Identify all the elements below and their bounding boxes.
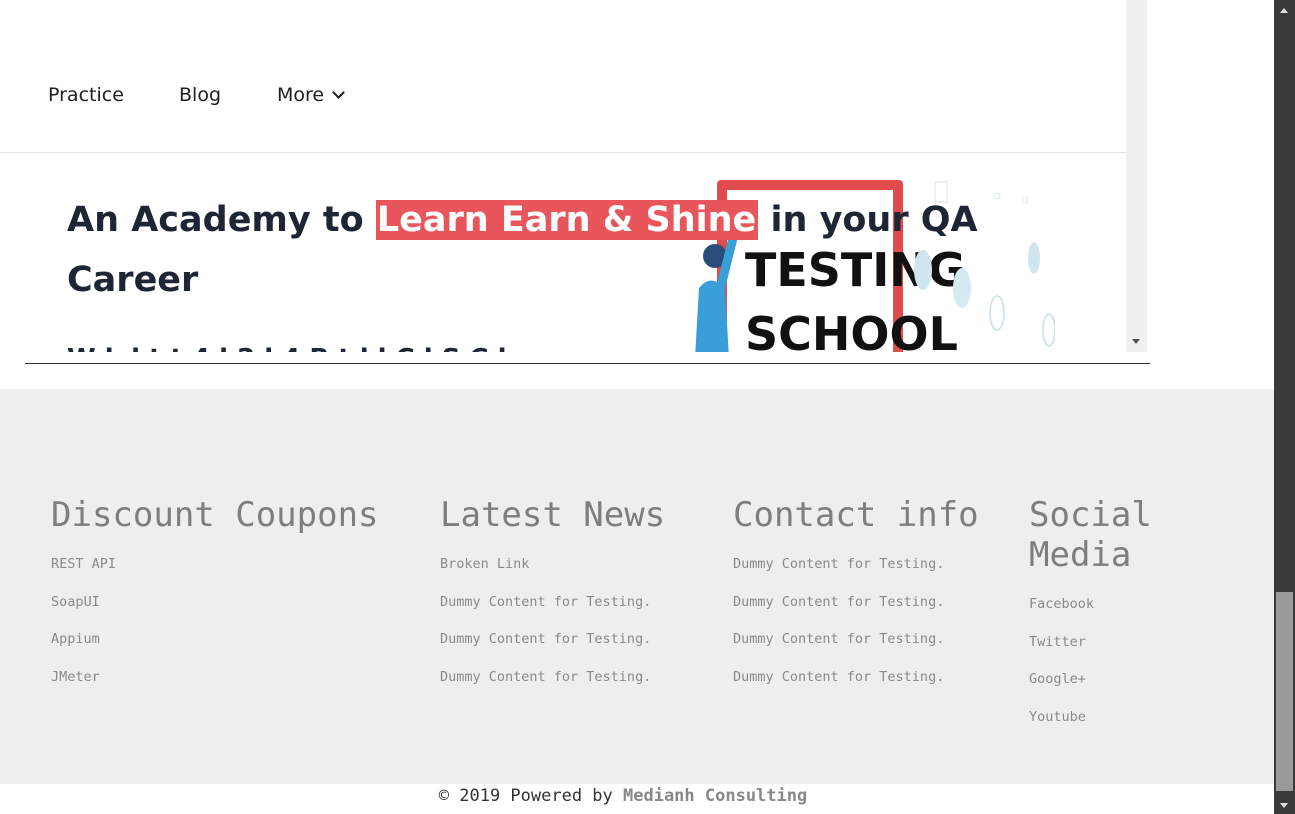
- svg-text:SCHOOL: SCHOOL: [745, 307, 958, 352]
- board-text-school: SCHOOL: [745, 307, 958, 352]
- chevron-down-icon: [332, 86, 345, 99]
- footer-link[interactable]: Dummy Content for Testing.: [733, 557, 979, 595]
- footer-link[interactable]: Dummy Content for Testing.: [733, 670, 979, 708]
- nav-more-dropdown[interactable]: More: [277, 84, 345, 106]
- footer-link[interactable]: Appium: [51, 632, 379, 670]
- footer-link[interactable]: Dummy Content for Testing.: [440, 632, 665, 670]
- footer-link[interactable]: Broken Link: [440, 557, 665, 595]
- footer-column-latest-news: Latest News Broken Link Dummy Content fo…: [440, 495, 665, 707]
- footer-link[interactable]: Dummy Content for Testing.: [440, 670, 665, 708]
- footer-column-social-media: Social Media Facebook Twitter Google+ Yo…: [1029, 495, 1274, 747]
- footer-link-youtube[interactable]: Youtube: [1029, 710, 1274, 748]
- footer-link-facebook[interactable]: Facebook: [1029, 597, 1274, 635]
- nav-more-label: More: [277, 84, 325, 106]
- footer-link-twitter[interactable]: Twitter: [1029, 635, 1274, 673]
- hero-subheading: W k l t t 4 l 2 l 4 B t l l C l S C l: [67, 344, 507, 352]
- site-footer: Discount Coupons REST API SoapUI Appium …: [0, 389, 1274, 784]
- footer-link-google-plus[interactable]: Google+: [1029, 672, 1274, 710]
- footer-column-contact-info: Contact info Dummy Content for Testing. …: [733, 495, 979, 707]
- footer-link[interactable]: REST API: [51, 557, 379, 595]
- footer-link[interactable]: Dummy Content for Testing.: [733, 595, 979, 633]
- scroll-down-arrow-icon[interactable]: [1132, 339, 1140, 344]
- scrollbar-thumb[interactable]: [1276, 592, 1293, 791]
- footer-column-title: Contact info: [733, 495, 979, 535]
- nav-blog-link[interactable]: Blog: [179, 84, 221, 106]
- footer-column-title: Social Media: [1029, 495, 1152, 575]
- footer-link[interactable]: JMeter: [51, 670, 379, 708]
- footer-link[interactable]: SoapUI: [51, 595, 379, 633]
- top-navigation: Practice Blog More: [0, 0, 1126, 153]
- frame-scrollbar[interactable]: [1126, 0, 1147, 352]
- copyright-text: © 2019 Powered by: [438, 786, 623, 806]
- scroll-down-arrow-icon[interactable]: [1280, 803, 1288, 808]
- copyright: © 2019 Powered by Medianh Consulting: [0, 786, 1246, 806]
- brand-link[interactable]: Medianh Consulting: [623, 786, 807, 806]
- hero-heading-prefix: An Academy to: [67, 200, 376, 240]
- frame-bottom-border: [25, 363, 1150, 364]
- footer-column-title: Latest News: [440, 495, 666, 535]
- footer-column-title: Discount Coupons: [51, 495, 379, 535]
- hero-heading: An Academy to Learn Earn & Shine in your…: [67, 190, 1067, 310]
- footer-column-discount-coupons: Discount Coupons REST API SoapUI Appium …: [51, 495, 379, 707]
- page-scrollbar[interactable]: [1274, 0, 1295, 814]
- hero-heading-highlight: Learn Earn & Shine: [375, 200, 759, 240]
- embedded-frame: Practice Blog More TESTING SCHOOL An Aca…: [0, 0, 1147, 352]
- footer-link[interactable]: Dummy Content for Testing.: [733, 632, 979, 670]
- scroll-up-arrow-icon[interactable]: [1280, 8, 1288, 13]
- nav-practice-link[interactable]: Practice: [48, 84, 124, 106]
- footer-link[interactable]: Dummy Content for Testing.: [440, 595, 665, 633]
